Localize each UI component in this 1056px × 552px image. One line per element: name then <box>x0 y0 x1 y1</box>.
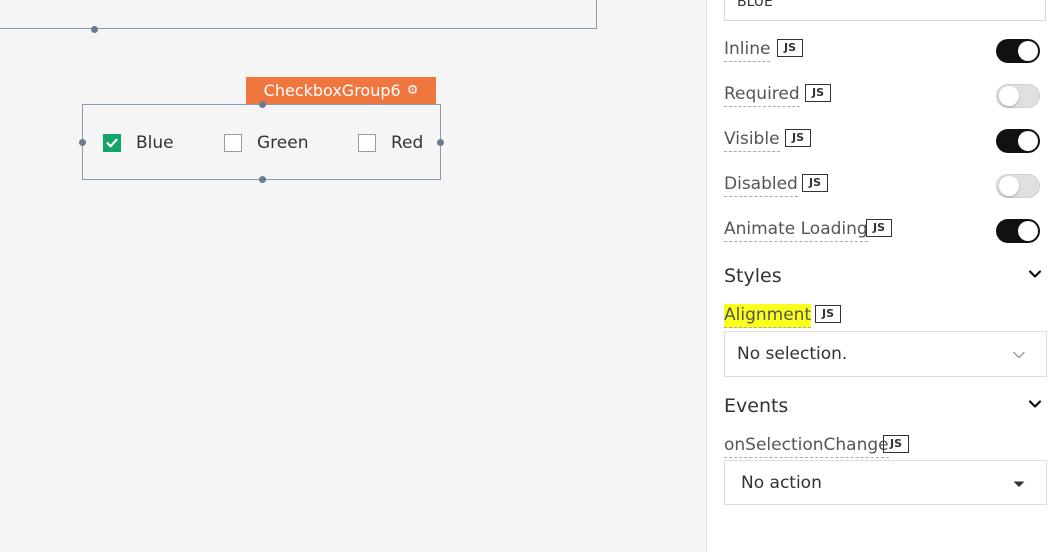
chevron-down-icon[interactable] <box>1028 267 1042 281</box>
property-row-disabled: Disabled JS <box>724 173 1040 203</box>
styles-section-title: Styles <box>724 265 782 287</box>
caret-down-icon <box>1013 481 1025 487</box>
checkbox-checked-icon[interactable] <box>103 134 121 152</box>
property-label-disabled: Disabled <box>724 173 798 197</box>
checkbox-option-green[interactable]: Green <box>224 133 308 153</box>
property-row-inline: Inline JS <box>724 38 1040 68</box>
alignment-select-value: No selection. <box>737 344 848 364</box>
js-toggle-button[interactable]: JS <box>815 305 842 323</box>
events-section-header[interactable]: Events <box>724 395 1042 417</box>
property-row-alignment: Alignment JS <box>724 304 1040 334</box>
property-label-visible: Visible <box>724 128 780 152</box>
checkbox-unchecked-icon[interactable] <box>358 134 376 152</box>
on-selection-change-value: No action <box>741 473 822 493</box>
property-label-on-selection-change: onSelectionChange <box>724 434 889 458</box>
js-toggle-button[interactable]: JS <box>777 39 804 57</box>
events-section-title: Events <box>724 395 789 417</box>
widget-name-tag[interactable]: CheckboxGroup6 ⚙ <box>246 77 436 104</box>
js-toggle-button[interactable]: JS <box>785 129 812 147</box>
property-row-required: Required JS <box>724 83 1040 113</box>
resize-handle-bottom[interactable] <box>259 176 266 183</box>
checkbox-group-widget[interactable]: Blue Green Red <box>82 104 441 180</box>
js-toggle-button[interactable]: JS <box>866 219 893 237</box>
resize-handle[interactable] <box>91 26 98 33</box>
on-selection-change-select[interactable]: No action <box>724 460 1047 505</box>
checkbox-label: Blue <box>136 133 174 153</box>
styles-section-header[interactable]: Styles <box>724 265 1042 287</box>
js-toggle-button[interactable]: JS <box>802 174 829 192</box>
alignment-select[interactable]: No selection. <box>724 331 1047 377</box>
checkbox-unchecked-icon[interactable] <box>224 134 242 152</box>
default-value-text: BLUE <box>737 0 773 10</box>
disabled-toggle[interactable] <box>996 174 1040 198</box>
property-label-animate-loading: Animate Loading <box>724 218 868 242</box>
property-label-inline: Inline <box>724 38 771 62</box>
js-toggle-button[interactable]: JS <box>805 84 832 102</box>
animate-loading-toggle[interactable] <box>996 219 1040 243</box>
required-toggle[interactable] <box>996 84 1040 108</box>
widget-name-label: CheckboxGroup6 <box>263 81 401 100</box>
default-value-input[interactable]: BLUE <box>724 0 1046 21</box>
js-toggle-button[interactable]: JS <box>883 435 910 453</box>
previous-widget-frame[interactable] <box>0 0 597 29</box>
property-row-animate-loading: Animate Loading JS <box>724 218 1040 248</box>
checkbox-option-blue[interactable]: Blue <box>103 133 174 153</box>
resize-handle-top[interactable] <box>259 101 266 108</box>
editor-canvas: CheckboxGroup6 ⚙ Blue Green Red <box>0 0 706 552</box>
property-row-visible: Visible JS <box>724 128 1040 158</box>
property-label-required: Required <box>724 83 800 107</box>
visible-toggle[interactable] <box>996 129 1040 153</box>
resize-handle-right[interactable] <box>437 139 444 146</box>
checkbox-label: Red <box>391 133 424 153</box>
checkbox-label: Green <box>257 133 309 153</box>
inline-toggle[interactable] <box>996 39 1040 63</box>
gear-icon[interactable]: ⚙ <box>407 83 419 98</box>
resize-handle-left[interactable] <box>79 139 86 146</box>
checkbox-option-red[interactable]: Red <box>358 133 423 153</box>
property-panel: BLUE Inline JS Required JS Visible JS Di… <box>706 0 1056 552</box>
chevron-down-icon[interactable] <box>1028 397 1042 411</box>
property-label-alignment: Alignment <box>724 304 812 328</box>
chevron-down-icon <box>1013 351 1025 359</box>
